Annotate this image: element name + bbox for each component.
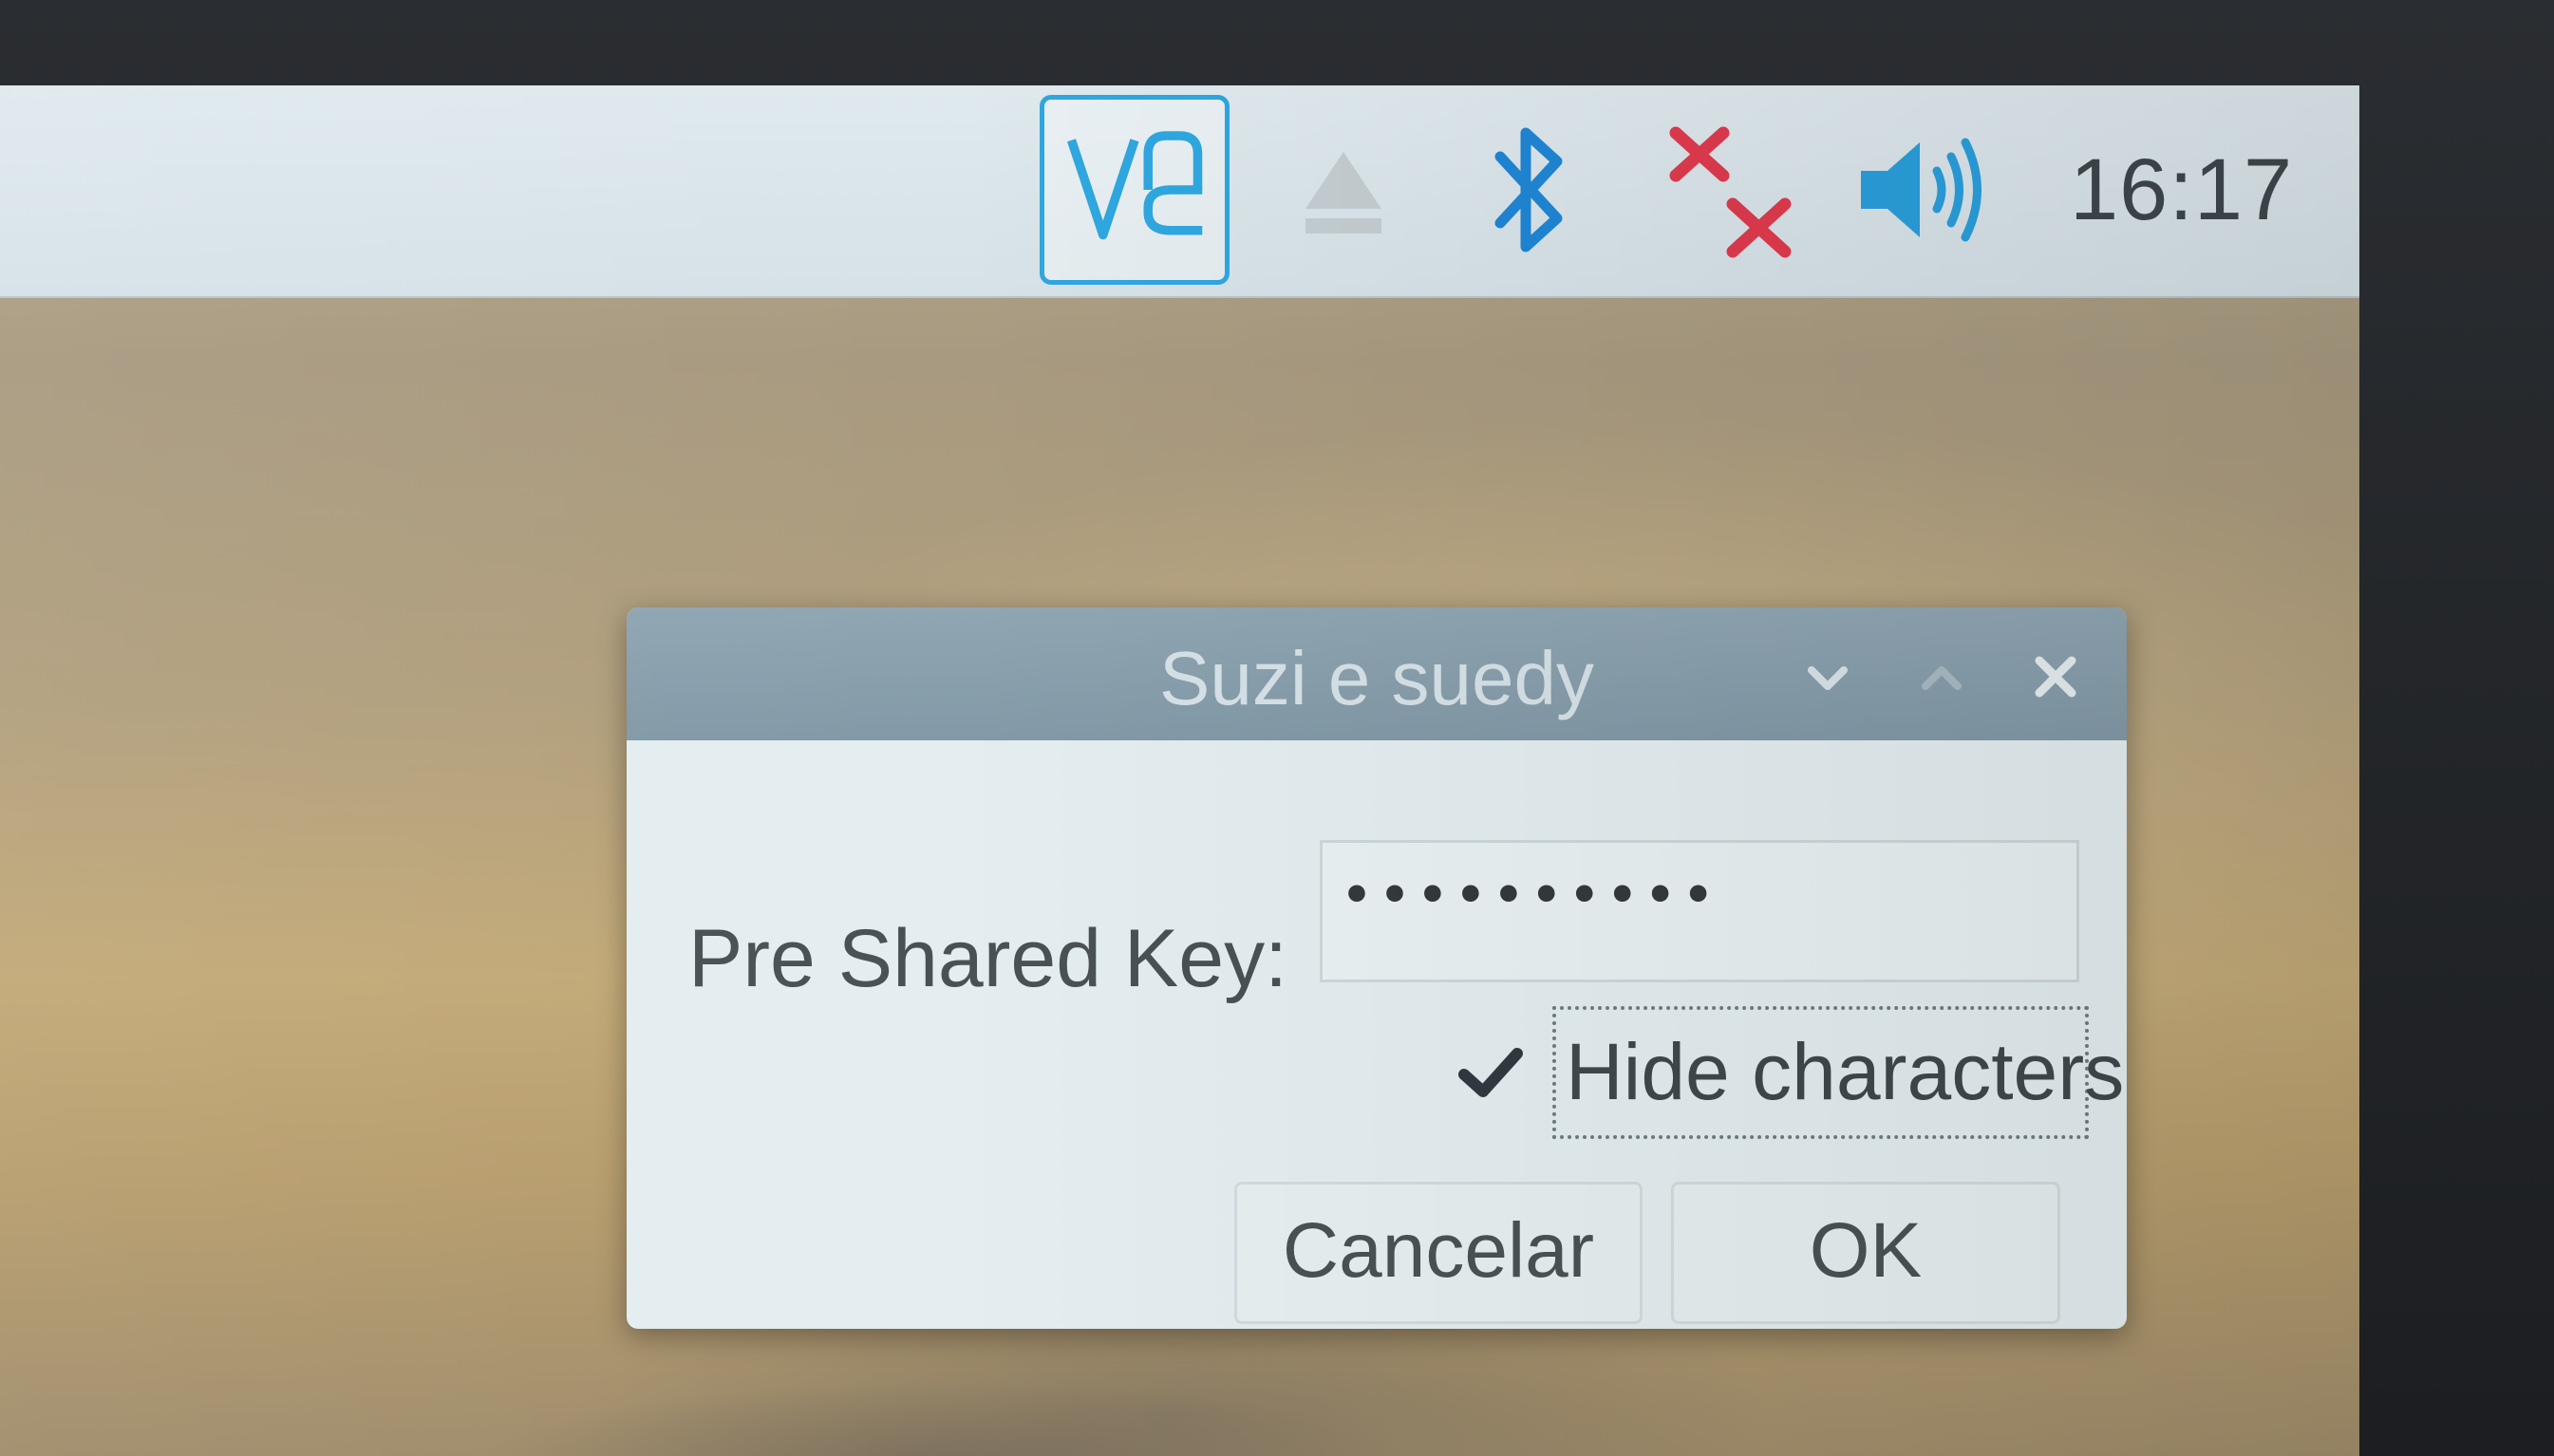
hide-characters-label[interactable]: Hide characters	[1552, 1006, 2124, 1139]
clock[interactable]: 16:17	[2070, 138, 2293, 242]
dialog-title: Suzi e suedy	[1158, 636, 1595, 720]
monitor-frame: 16:17 Suzi e suedy Pre Shared Key: •••••…	[0, 0, 2554, 1456]
bluetooth-icon[interactable]	[1486, 114, 1571, 266]
close-icon[interactable]	[2022, 644, 2089, 710]
wallpaper-trees	[0, 1348, 2359, 1456]
desktop: 16:17 Suzi e suedy Pre Shared Key: •••••…	[0, 85, 2359, 1456]
psk-input[interactable]: ••••••••••	[1320, 840, 2079, 982]
taskbar: 16:17	[0, 85, 2359, 298]
psk-dialog: Suzi e suedy Pre Shared Key: •••••••••• …	[627, 607, 2127, 1329]
cancel-button[interactable]: Cancelar	[1234, 1182, 1643, 1324]
vnc-icon[interactable]	[1040, 95, 1230, 285]
volume-icon[interactable]	[1851, 128, 1994, 252]
minimize-icon[interactable]	[1794, 644, 1861, 710]
hide-characters-checkbox[interactable]	[1453, 1035, 1529, 1111]
maximize-icon[interactable]	[1908, 644, 1975, 710]
psk-label: Pre Shared Key:	[688, 913, 1288, 1004]
dialog-titlebar[interactable]: Suzi e suedy	[627, 607, 2127, 740]
eject-icon[interactable]	[1296, 138, 1391, 242]
ok-button[interactable]: OK	[1671, 1182, 2060, 1324]
network-disconnected-icon[interactable]	[1666, 123, 1799, 266]
